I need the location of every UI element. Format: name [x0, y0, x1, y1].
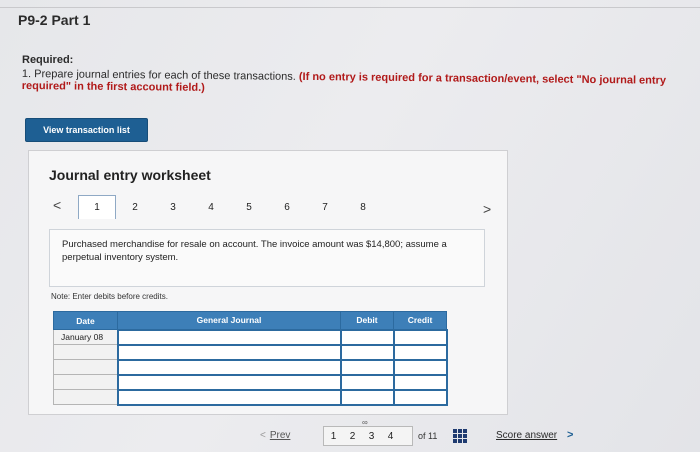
debit-field[interactable] [339, 328, 395, 346]
entry-note: Note: Enter debits before credits. [51, 292, 168, 301]
required-heading: Required: [22, 54, 74, 66]
account-field[interactable] [116, 388, 342, 406]
table-row [53, 358, 448, 376]
date-cell[interactable] [53, 344, 118, 360]
column-header-credit: Credit [393, 311, 447, 330]
chevron-right-icon[interactable]: > [483, 201, 491, 217]
chevron-right-icon[interactable]: > [567, 429, 573, 441]
date-cell[interactable] [53, 389, 118, 405]
worksheet-title: Journal entry worksheet [49, 167, 211, 183]
account-field[interactable] [116, 373, 342, 391]
chevron-left-icon: < [260, 430, 266, 441]
page-link-4[interactable]: 4 [381, 431, 400, 442]
credit-field[interactable] [392, 373, 448, 391]
tab-entry-8[interactable]: 8 [344, 195, 382, 219]
tab-entry-6[interactable]: 6 [268, 195, 306, 219]
top-divider [0, 7, 700, 8]
table-row [53, 373, 448, 391]
account-field[interactable] [116, 358, 342, 376]
entry-tabs: 1 2 3 4 5 6 7 8 [78, 195, 382, 219]
debit-field[interactable] [339, 358, 395, 376]
transaction-description: Purchased merchandise for resale on acco… [49, 229, 485, 287]
debit-field[interactable] [339, 373, 395, 391]
view-transaction-list-button[interactable]: View transaction list [25, 118, 148, 142]
tab-entry-1[interactable]: 1 [78, 195, 116, 219]
page-link-3[interactable]: 3 [362, 431, 381, 442]
debit-field[interactable] [339, 343, 395, 361]
page-link-2[interactable]: 2 [343, 431, 362, 442]
prev-button[interactable]: < Prev [260, 430, 290, 441]
date-cell[interactable]: January 08 [53, 329, 118, 345]
date-cell[interactable] [53, 374, 118, 390]
grid-icon[interactable] [453, 429, 467, 443]
page-link-1[interactable]: 1 [324, 431, 343, 442]
table-row: January 08 [53, 328, 448, 346]
account-field[interactable] [116, 343, 342, 361]
pagination-bar: < Prev ∞ 1 2 3 4 of 11 Score answer > [0, 418, 700, 448]
page-count: of 11 [418, 431, 438, 441]
column-header-date: Date [53, 311, 118, 330]
prev-label: Prev [269, 430, 291, 441]
score-answer-link[interactable]: Score answer [496, 430, 557, 441]
credit-field[interactable] [392, 358, 448, 376]
credit-field[interactable] [392, 388, 448, 406]
tab-entry-2[interactable]: 2 [116, 195, 154, 219]
tab-entry-5[interactable]: 5 [230, 195, 268, 219]
chevron-left-icon[interactable]: < [53, 197, 61, 213]
page-selector: 1 2 3 4 [323, 426, 413, 446]
credit-field[interactable] [392, 343, 448, 361]
page-title: P9-2 Part 1 [18, 12, 91, 28]
tab-entry-4[interactable]: 4 [192, 195, 230, 219]
column-header-debit: Debit [340, 311, 394, 330]
journal-table: Date General Journal Debit Credit Januar… [53, 311, 448, 406]
journal-entry-worksheet: Journal entry worksheet < 1 2 3 4 5 6 7 … [28, 150, 508, 415]
table-row [53, 343, 448, 361]
instructions-text: 1. Prepare journal entries for each of t… [22, 68, 692, 99]
column-header-general-journal: General Journal [117, 311, 341, 330]
debit-field[interactable] [339, 388, 395, 406]
account-field[interactable] [116, 328, 342, 346]
tab-entry-7[interactable]: 7 [306, 195, 344, 219]
credit-field[interactable] [392, 328, 448, 346]
table-row [53, 388, 448, 406]
tab-entry-3[interactable]: 3 [154, 195, 192, 219]
date-cell[interactable] [53, 359, 118, 375]
